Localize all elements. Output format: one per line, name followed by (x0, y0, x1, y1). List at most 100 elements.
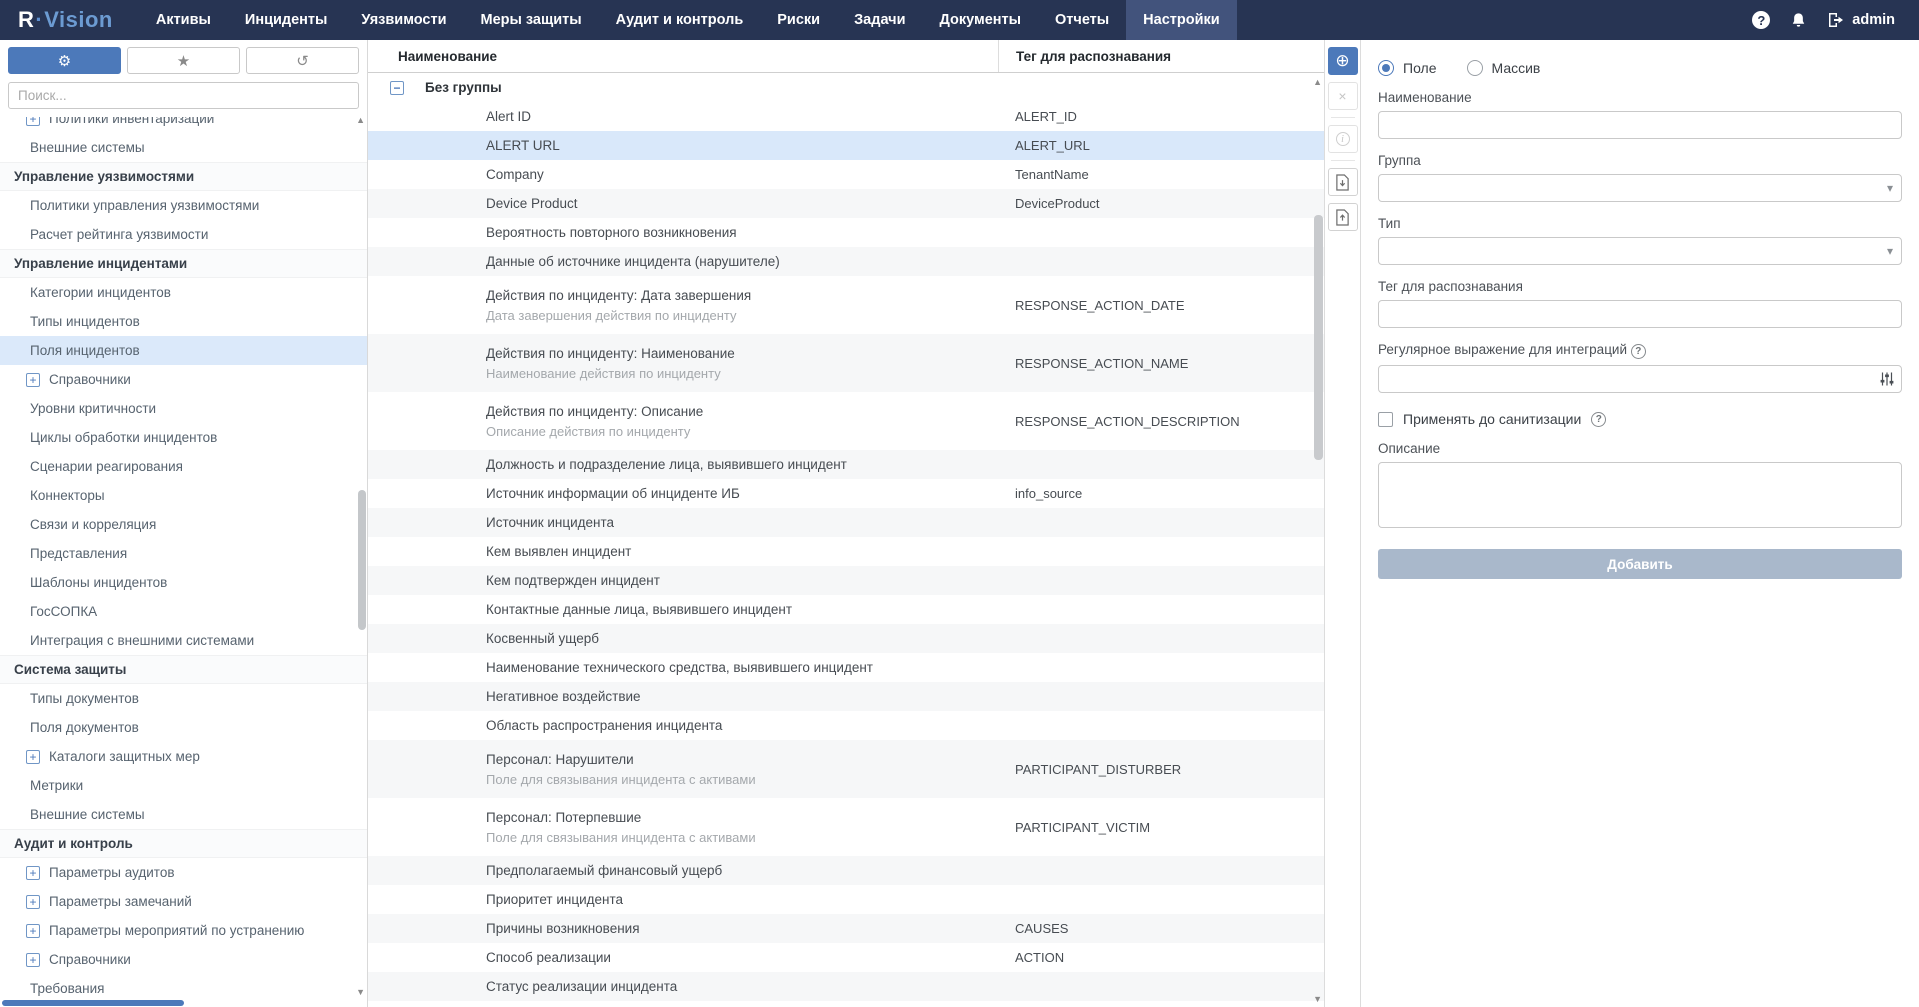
table-row[interactable]: Предполагаемый финансовый ущерб (368, 856, 1324, 885)
expand-icon[interactable]: + (26, 750, 40, 764)
expand-icon[interactable]: + (26, 924, 40, 938)
add-field-button[interactable]: ⊕ (1328, 47, 1358, 75)
sidebar-item[interactable]: +Каталоги защитных мер (0, 742, 367, 771)
tab-settings-gear[interactable]: ⚙ (8, 47, 121, 74)
sanitize-checkbox-row[interactable]: Применять до санитизации ? (1378, 411, 1902, 427)
sidebar-item[interactable]: Поля документов (0, 713, 367, 742)
notifications-bell-icon[interactable] (1790, 12, 1807, 29)
type-select-input[interactable] (1378, 237, 1902, 265)
table-row[interactable]: Device ProductDeviceProduct (368, 189, 1324, 218)
table-row[interactable]: Причины возникновенияCAUSES (368, 914, 1324, 943)
table-row[interactable]: Статус реализации инцидента (368, 972, 1324, 1001)
sidebar-item[interactable]: +Параметры аудитов (0, 858, 367, 887)
table-row[interactable]: Действия по инциденту: Дата завершенияДа… (368, 276, 1324, 334)
sidebar-item[interactable]: Представления (0, 539, 367, 568)
regex-builder-sliders-icon[interactable] (1879, 371, 1895, 392)
sidebar-item[interactable]: +Справочники (0, 365, 367, 394)
group-select[interactable]: ▾ (1378, 174, 1902, 202)
table-row[interactable]: Косвенный ущерб (368, 624, 1324, 653)
radio-field[interactable]: Поле (1378, 60, 1437, 76)
sidebar-item[interactable]: Метрики (0, 771, 367, 800)
table-vscrollbar-thumb[interactable] (1314, 215, 1323, 460)
sidebar-item[interactable]: Внешние системы (0, 133, 367, 162)
table-row[interactable]: Способ реализацииACTION (368, 943, 1324, 972)
sidebar-item[interactable]: Коннекторы (0, 481, 367, 510)
tab-favorites[interactable]: ★ (127, 47, 240, 74)
sidebar-item[interactable]: +Справочники (0, 945, 367, 974)
table-row[interactable]: Источник инцидента (368, 508, 1324, 537)
column-header-name[interactable]: Наименование (368, 40, 998, 72)
sidebar-item[interactable]: Требования (0, 974, 367, 1003)
expand-icon[interactable]: + (26, 866, 40, 880)
table-row[interactable]: Кем подтвержден инцидент (368, 566, 1324, 595)
description-textarea[interactable] (1378, 462, 1902, 528)
name-input[interactable] (1378, 111, 1902, 139)
table-row[interactable]: Действия по инциденту: ОписаниеОписание … (368, 392, 1324, 450)
tag-input[interactable] (1378, 300, 1902, 328)
table-row[interactable]: Область распространения инцидента (368, 711, 1324, 740)
table-row[interactable]: Персонал: НарушителиПоле для связывания … (368, 740, 1324, 798)
tab-recent[interactable]: ↺ (246, 47, 359, 74)
expand-icon[interactable]: + (26, 373, 40, 387)
regex-help-icon[interactable]: ? (1631, 344, 1646, 359)
sidebar-scroll-down-icon[interactable]: ▼ (356, 988, 365, 997)
nav-item-10[interactable]: Настройки (1126, 0, 1237, 40)
table-row[interactable]: Наименование технического средства, выяв… (368, 653, 1324, 682)
table-row[interactable]: Источник информации об инциденте ИБinfo_… (368, 479, 1324, 508)
sidebar-item[interactable]: +Политики инвентаризации (0, 117, 367, 133)
radio-array[interactable]: Массив (1467, 60, 1541, 76)
export-button[interactable] (1328, 168, 1358, 196)
sidebar-item[interactable]: +Параметры мероприятий по устранению (0, 916, 367, 945)
sidebar-item[interactable]: Циклы обработки инцидентов (0, 423, 367, 452)
table-row[interactable]: Alert IDALERT_ID (368, 102, 1324, 131)
sidebar-item[interactable]: Типы инцидентов (0, 307, 367, 336)
nav-item-8[interactable]: Документы (922, 0, 1038, 40)
sanitize-help-icon[interactable]: ? (1591, 412, 1606, 427)
help-icon[interactable]: ? (1752, 11, 1770, 29)
table-row[interactable]: Контактные данные лица, выявившего инцид… (368, 595, 1324, 624)
sidebar-item[interactable]: Типы документов (0, 684, 367, 713)
nav-item-7[interactable]: Задачи (837, 0, 922, 40)
sidebar-item[interactable]: Связи и корреляция (0, 510, 367, 539)
nav-item-4[interactable]: Меры защиты (464, 0, 599, 40)
table-row[interactable]: Приоритет инцидента (368, 885, 1324, 914)
sidebar-search-input[interactable] (8, 82, 359, 109)
info-button[interactable]: i (1328, 125, 1358, 153)
sidebar-item[interactable]: ГосСОПКА (0, 597, 367, 626)
expand-icon[interactable]: + (26, 117, 40, 126)
sidebar-item[interactable]: Политики управления уязвимостями (0, 191, 367, 220)
nav-item-6[interactable]: Риски (760, 0, 837, 40)
nav-item-1[interactable]: Активы (139, 0, 228, 40)
sidebar-scroll-up-icon[interactable]: ▲ (356, 116, 365, 125)
table-row[interactable]: Действия по инциденту: НаименованиеНаиме… (368, 334, 1324, 392)
import-button[interactable] (1328, 203, 1358, 231)
sidebar-vscrollbar-thumb[interactable] (358, 490, 366, 630)
table-row[interactable]: Персонал: ПотерпевшиеПоле для связывания… (368, 798, 1324, 856)
table-row[interactable]: Вероятность повторного возникновения (368, 218, 1324, 247)
nav-item-5[interactable]: Аудит и контроль (599, 0, 761, 40)
sidebar-item[interactable]: Уровни критичности (0, 394, 367, 423)
sanitize-checkbox[interactable] (1378, 412, 1393, 427)
type-select[interactable]: ▾ (1378, 237, 1902, 265)
sidebar-item[interactable]: Сценарии реагирования (0, 452, 367, 481)
table-row[interactable]: ALERT URLALERT_URL (368, 131, 1324, 160)
nav-item-9[interactable]: Отчеты (1038, 0, 1126, 40)
add-submit-button[interactable]: Добавить (1378, 549, 1902, 579)
column-header-tag[interactable]: Тег для распознавания (998, 40, 1324, 72)
table-row[interactable]: Данные об источнике инцидента (нарушител… (368, 247, 1324, 276)
table-row[interactable]: Негативное воздействие (368, 682, 1324, 711)
table-scroll-up-icon[interactable]: ▲ (1313, 78, 1322, 87)
nav-item-2[interactable]: Инциденты (228, 0, 345, 40)
delete-field-button[interactable]: × (1328, 82, 1358, 110)
sidebar-item[interactable]: Внешние системы (0, 800, 367, 829)
sidebar-item[interactable]: Шаблоны инцидентов (0, 568, 367, 597)
nav-item-3[interactable]: Уязвимости (344, 0, 463, 40)
regex-input[interactable] (1378, 365, 1902, 393)
sidebar-item[interactable]: +Параметры замечаний (0, 887, 367, 916)
sidebar-item[interactable]: Расчет рейтинга уязвимости (0, 220, 367, 249)
sidebar-hscrollbar-thumb[interactable] (2, 1000, 184, 1006)
table-row[interactable]: Кем выявлен инцидент (368, 537, 1324, 566)
collapse-icon[interactable]: − (390, 81, 404, 95)
sidebar-item[interactable]: Интеграция с внешними системами (0, 626, 367, 655)
user-menu[interactable]: admin (1827, 12, 1895, 28)
